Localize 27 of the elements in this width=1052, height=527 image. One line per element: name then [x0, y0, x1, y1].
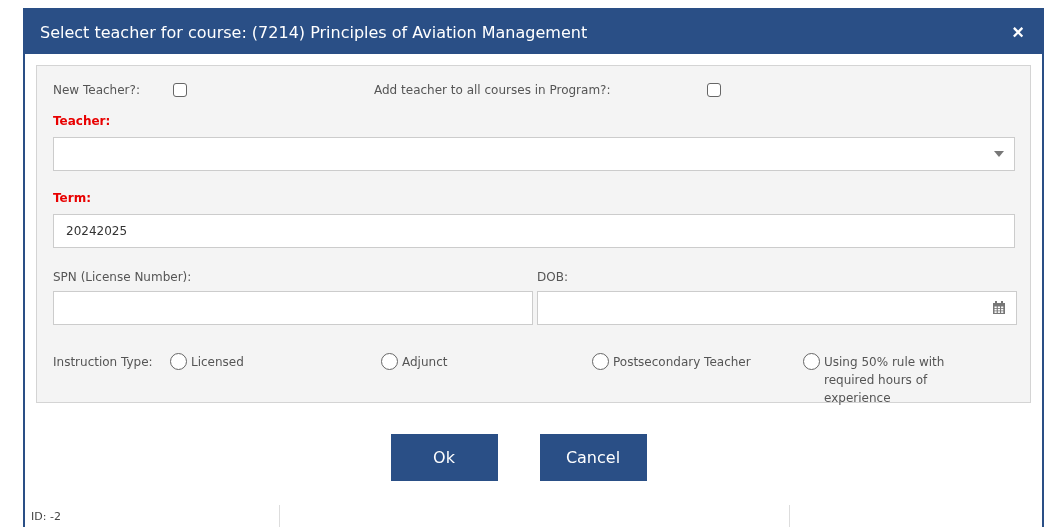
checkbox-label: Add teacher to all courses in Program?:: [374, 83, 612, 97]
dropdown-caret-icon: [994, 151, 1004, 157]
dialog-title: Select teacher for course: (7214) Principles of Aviation Management: [40, 22, 588, 42]
checkbox[interactable]: [173, 83, 187, 97]
radio-button[interactable]: [381, 353, 398, 370]
field-label: Term:: [53, 190, 91, 205]
radio-button[interactable]: [592, 353, 609, 370]
radio-label: Licensed: [191, 354, 244, 371]
cancel-button[interactable]: Cancel: [539, 434, 647, 481]
radio-button[interactable]: [170, 353, 187, 370]
spn-field[interactable]: [53, 291, 533, 325]
radio-label: Postsecondary Teacher: [613, 354, 751, 371]
radio-label: Adjunct: [402, 354, 448, 371]
field-label: DOB:: [537, 270, 568, 284]
record-id: ID: -2: [31, 509, 61, 523]
checkbox-label: New Teacher?:: [53, 83, 141, 97]
field-label: Teacher:: [53, 113, 111, 128]
ok-button[interactable]: Ok: [390, 434, 498, 481]
calendar-icon: [992, 301, 1006, 315]
radio-button[interactable]: [803, 353, 820, 370]
dob-field[interactable]: [537, 291, 1017, 325]
checkbox[interactable]: [707, 83, 721, 97]
close-button[interactable]: ×: [1008, 22, 1028, 42]
term-field[interactable]: 20242025: [53, 214, 1015, 248]
radio-label: Using 50% rule with required hours of experience: [824, 354, 946, 407]
field-label: Instruction Type:: [53, 354, 154, 371]
field-label: SPN (License Number):: [53, 270, 192, 284]
